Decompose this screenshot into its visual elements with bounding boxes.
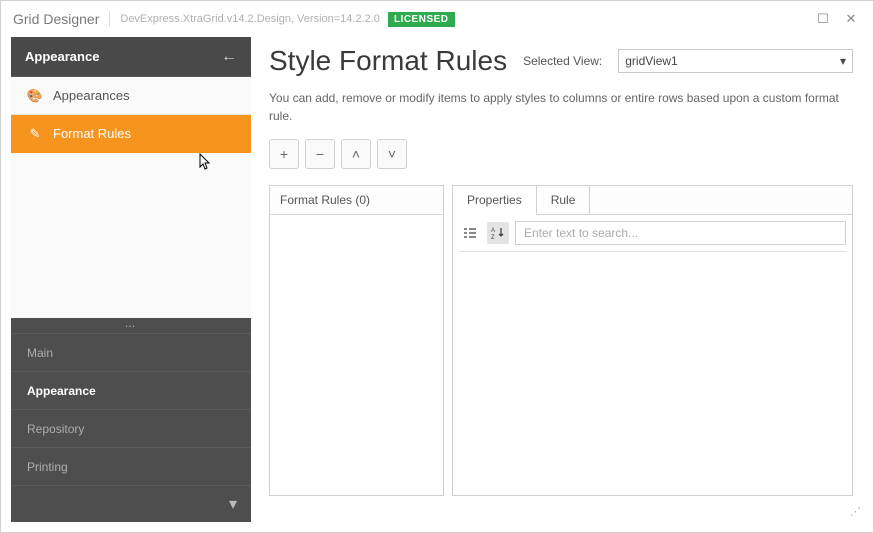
sidebar-footer: ▾	[11, 486, 251, 522]
chevron-down-icon[interactable]: ▾	[229, 494, 237, 514]
back-icon[interactable]: ←	[221, 48, 237, 66]
app-title: Grid Designer	[13, 11, 110, 27]
sidebar-cat-label: Appearance	[27, 384, 96, 398]
format-rules-panel: Format Rules (0)	[269, 185, 444, 496]
sidebar-cat-label: Main	[27, 346, 53, 360]
property-toolbar: AZ	[453, 215, 852, 251]
content-row: Format Rules (0) Properties Rule AZ	[269, 185, 853, 500]
sidebar: Appearance ← 🎨 Appearances ✎ Format Rule…	[11, 37, 251, 522]
tab-label: Properties	[467, 193, 522, 207]
chevron-down-icon: ˅	[388, 146, 396, 162]
move-up-button[interactable]: ˄	[341, 139, 371, 169]
sidebar-cat-appearance[interactable]: Appearance	[11, 372, 251, 410]
properties-tabs: Properties Rule	[453, 186, 852, 215]
version-text: DevExpress.XtraGrid.v14.2.Design, Versio…	[120, 13, 380, 25]
svg-text:Z: Z	[491, 235, 495, 240]
sidebar-item-label: Format Rules	[53, 126, 131, 141]
edit-icon: ✎	[27, 126, 43, 142]
svg-text:A: A	[491, 228, 495, 234]
resize-grip[interactable]: ⋰	[850, 505, 859, 518]
move-down-button[interactable]: ˅	[377, 139, 407, 169]
tab-properties[interactable]: Properties	[453, 186, 537, 215]
body: Appearance ← 🎨 Appearances ✎ Format Rule…	[1, 37, 873, 532]
main-panel: Style Format Rules Selected View: gridVi…	[251, 37, 863, 522]
close-button[interactable]: ✕	[837, 5, 865, 33]
sidebar-header-label: Appearance	[25, 49, 99, 64]
sort-az-icon: AZ	[491, 226, 505, 240]
sidebar-resize-handle[interactable]: …	[11, 318, 251, 334]
titlebar: Grid Designer DevExpress.XtraGrid.v14.2.…	[1, 1, 873, 37]
format-rules-header: Format Rules (0)	[270, 186, 443, 215]
sidebar-item-appearances[interactable]: 🎨 Appearances	[11, 77, 251, 115]
close-icon: ✕	[846, 11, 857, 27]
property-grid[interactable]	[459, 251, 846, 489]
sidebar-item-format-rules[interactable]: ✎ Format Rules	[11, 115, 251, 153]
sidebar-cat-main[interactable]: Main	[11, 334, 251, 372]
add-button[interactable]: +	[269, 139, 299, 169]
description-text: You can add, remove or modify items to a…	[269, 89, 853, 125]
sidebar-cat-label: Printing	[27, 460, 68, 474]
designer-window: Grid Designer DevExpress.XtraGrid.v14.2.…	[0, 0, 874, 533]
sidebar-gap	[11, 153, 251, 318]
plus-icon: +	[280, 146, 288, 162]
selected-view-value: gridView1	[625, 54, 677, 68]
property-search-input[interactable]	[515, 221, 846, 245]
sidebar-header: Appearance ←	[11, 37, 251, 77]
tab-label: Rule	[551, 193, 576, 207]
sidebar-cat-printing[interactable]: Printing	[11, 448, 251, 486]
sidebar-item-label: Appearances	[53, 88, 130, 103]
remove-button[interactable]: −	[305, 139, 335, 169]
main-header: Style Format Rules Selected View: gridVi…	[269, 45, 853, 77]
rules-toolbar: + − ˄ ˅	[269, 139, 853, 169]
chevron-up-icon: ˄	[352, 146, 360, 162]
maximize-icon: ☐	[817, 11, 829, 27]
sort-az-button[interactable]: AZ	[487, 222, 509, 244]
minus-icon: −	[316, 146, 324, 162]
license-badge: LICENSED	[388, 12, 455, 27]
selected-view-dropdown[interactable]: gridView1 ▾	[618, 49, 853, 73]
categorize-icon	[463, 226, 477, 240]
page-title: Style Format Rules	[269, 45, 507, 77]
sidebar-cat-label: Repository	[27, 422, 84, 436]
status-footer	[269, 500, 853, 522]
chevron-down-icon: ▾	[840, 54, 846, 68]
categorize-button[interactable]	[459, 222, 481, 244]
selected-view-label: Selected View:	[523, 54, 602, 68]
sidebar-cat-repository[interactable]: Repository	[11, 410, 251, 448]
format-rules-list[interactable]	[270, 215, 443, 495]
properties-panel: Properties Rule AZ	[452, 185, 853, 496]
tab-rule[interactable]: Rule	[537, 186, 591, 214]
maximize-button[interactable]: ☐	[809, 5, 837, 33]
palette-icon: 🎨	[27, 88, 43, 104]
